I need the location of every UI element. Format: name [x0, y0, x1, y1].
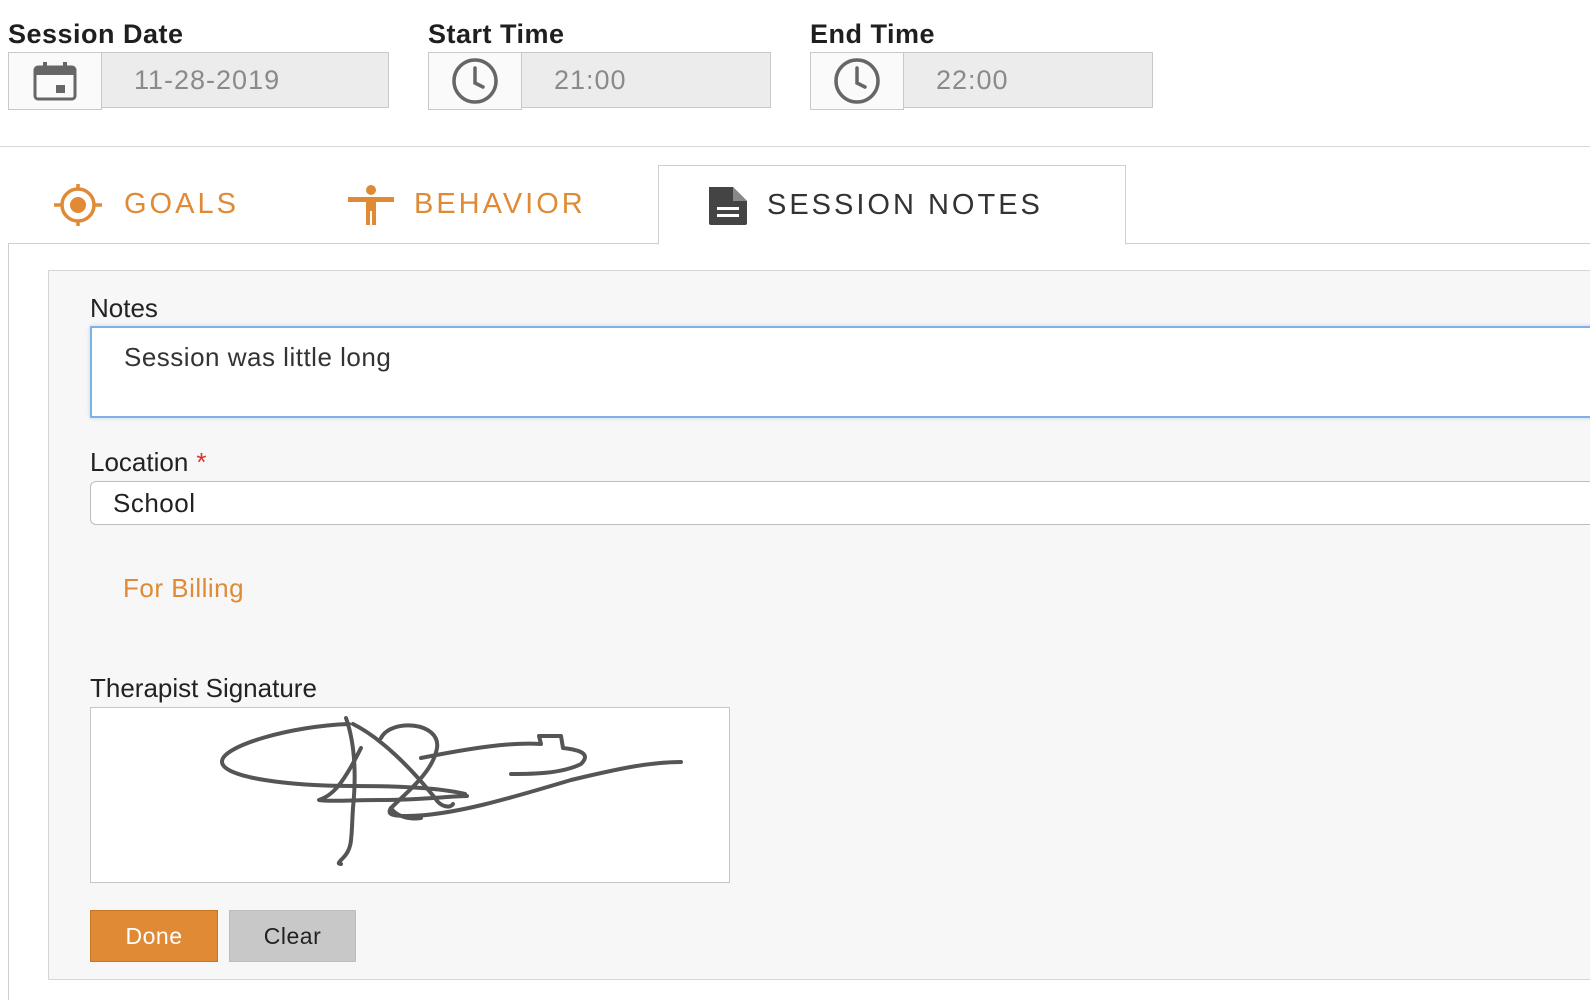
clock-icon[interactable] [810, 52, 904, 110]
tab-behavior[interactable]: BEHAVIOR [346, 165, 586, 244]
end-time-input[interactable]: 22:00 [904, 52, 1153, 108]
document-icon [707, 185, 749, 225]
therapist-signature-label: Therapist Signature [90, 673, 317, 703]
end-time-group: End Time 22:00 [810, 18, 1153, 110]
required-marker: * [196, 447, 207, 477]
session-date-input[interactable]: 11-28-2019 [102, 52, 389, 108]
session-notes-panel: Notes Session was little long Location * … [48, 270, 1590, 980]
target-icon [50, 183, 106, 227]
tab-goals[interactable]: GOALS [50, 165, 239, 244]
for-billing-link[interactable]: For Billing [123, 573, 244, 604]
session-date-group: Session Date 11-28-2019 [8, 18, 389, 110]
done-button[interactable]: Done [90, 910, 218, 962]
notes-label: Notes [90, 293, 158, 323]
notes-textarea[interactable]: Session was little long [90, 326, 1590, 418]
start-time-group: Start Time 21:00 [428, 18, 771, 110]
tab-behavior-label: BEHAVIOR [414, 188, 586, 220]
start-time-label: Start Time [428, 19, 565, 49]
clock-icon[interactable] [428, 52, 522, 110]
tab-session-notes-label: SESSION NOTES [767, 188, 1043, 221]
location-label: Location * [90, 447, 206, 478]
tab-session-notes[interactable]: SESSION NOTES [658, 165, 1126, 245]
calendar-icon[interactable] [8, 52, 102, 110]
end-time-label: End Time [810, 19, 936, 49]
session-date-label: Session Date [8, 19, 184, 49]
person-icon [346, 184, 396, 225]
header-divider [0, 146, 1590, 147]
location-select[interactable]: School [90, 481, 1590, 525]
signature-drawing [220, 716, 683, 866]
location-label-text: Location [90, 447, 189, 477]
start-time-input[interactable]: 21:00 [522, 52, 771, 108]
signature-pad[interactable] [90, 707, 730, 883]
content-left-border [8, 244, 9, 1000]
clear-button[interactable]: Clear [229, 910, 356, 962]
tab-bar: GOALS BEHAVIOR SESSION NOTES [8, 165, 1590, 245]
tab-goals-label: GOALS [124, 188, 239, 220]
